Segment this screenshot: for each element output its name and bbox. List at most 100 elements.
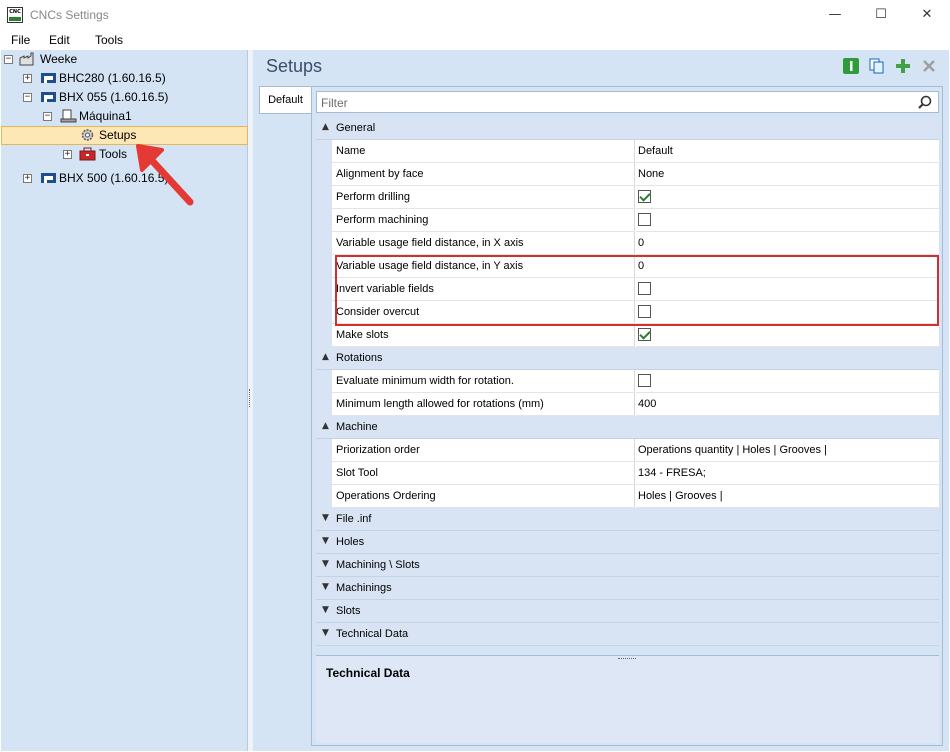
property-row[interactable]: Slot Tool 134 - FRESA; bbox=[316, 462, 939, 485]
filter-input[interactable] bbox=[321, 95, 901, 110]
add-icon[interactable] bbox=[895, 58, 911, 74]
make-slots-checkbox[interactable] bbox=[638, 328, 651, 341]
category-machinings[interactable]: ▼ Machinings bbox=[316, 577, 939, 600]
machine-icon bbox=[41, 92, 56, 102]
property-name: Consider overcut bbox=[332, 301, 635, 324]
tree-node-maquina1[interactable]: Máquina1 bbox=[79, 107, 132, 125]
property-row[interactable]: Evaluate minimum width for rotation. bbox=[316, 370, 939, 393]
property-row[interactable]: Variable usage field distance, in X axis… bbox=[316, 232, 939, 255]
property-name: Operations Ordering bbox=[332, 485, 635, 508]
collapse-maquina1-expander[interactable]: − bbox=[43, 112, 52, 121]
red-arrow-annotation-icon bbox=[136, 144, 194, 206]
gear-icon bbox=[81, 129, 94, 141]
evaluate-min-width-checkbox[interactable] bbox=[638, 374, 651, 387]
property-row[interactable]: Perform drilling bbox=[316, 186, 939, 209]
property-value[interactable]: Operations quantity | Holes | Grooves | bbox=[636, 439, 939, 462]
menu-tools[interactable]: Tools bbox=[95, 33, 123, 47]
collapse-root-expander[interactable]: − bbox=[4, 55, 13, 64]
property-name: Slot Tool bbox=[332, 462, 635, 485]
property-value bbox=[636, 324, 939, 347]
property-value bbox=[636, 209, 939, 232]
machine-icon bbox=[41, 173, 56, 183]
chevron-up-icon: ▲ bbox=[322, 122, 329, 132]
property-name: Invert variable fields bbox=[332, 278, 635, 301]
property-value[interactable]: 0 bbox=[636, 232, 939, 255]
chevron-down-icon: ▼ bbox=[322, 628, 329, 638]
property-value[interactable]: 400 bbox=[636, 393, 939, 416]
description-pane: Technical Data bbox=[316, 655, 939, 743]
machine-icon bbox=[41, 73, 56, 83]
perform-drilling-checkbox[interactable] bbox=[638, 190, 651, 203]
property-value bbox=[636, 370, 939, 393]
property-row[interactable]: Alignment by face None bbox=[316, 163, 939, 186]
search-icon[interactable] bbox=[918, 95, 932, 109]
property-value[interactable]: Holes | Grooves | bbox=[636, 485, 939, 508]
chevron-up-icon: ▲ bbox=[322, 421, 329, 431]
property-row[interactable]: Priorization order Operations quantity |… bbox=[316, 439, 939, 462]
tree-node-bhc280[interactable]: BHC280 (1.60.16.5) bbox=[59, 69, 166, 87]
property-name: Minimum length allowed for rotations (mm… bbox=[332, 393, 635, 416]
property-value[interactable]: Default bbox=[636, 140, 939, 163]
workstation-icon bbox=[60, 109, 77, 123]
category-general[interactable]: ▲ General bbox=[316, 117, 939, 140]
property-name: Name bbox=[332, 140, 635, 163]
invert-variable-fields-checkbox[interactable] bbox=[638, 282, 651, 295]
close-button[interactable]: ✕ bbox=[904, 0, 950, 30]
property-row[interactable]: Make slots bbox=[316, 324, 939, 347]
collapse-bhx055-expander[interactable]: − bbox=[23, 93, 32, 102]
chevron-up-icon: ▲ bbox=[322, 352, 329, 362]
description-resize-grip[interactable] bbox=[618, 658, 636, 660]
property-name: Perform machining bbox=[332, 209, 635, 232]
chevron-down-icon: ▼ bbox=[322, 559, 329, 569]
menu-edit[interactable]: Edit bbox=[49, 33, 70, 47]
property-name: Alignment by face bbox=[332, 163, 635, 186]
tree-node-weeke[interactable]: Weeke bbox=[40, 50, 77, 68]
category-machine[interactable]: ▲ Machine bbox=[316, 416, 939, 439]
tab-default[interactable]: Default bbox=[259, 86, 311, 114]
filter-box bbox=[316, 91, 939, 113]
property-row[interactable]: Name Default bbox=[316, 140, 939, 163]
copy-icon[interactable] bbox=[869, 58, 885, 74]
info-icon[interactable] bbox=[843, 58, 859, 74]
panel-title: Setups bbox=[266, 56, 323, 76]
category-rotations[interactable]: ▲ Rotations bbox=[316, 347, 939, 370]
delete-icon[interactable] bbox=[921, 58, 937, 74]
category-machining-slots[interactable]: ▼ Machining \ Slots bbox=[316, 554, 939, 577]
property-value[interactable]: 0 bbox=[636, 255, 939, 278]
expand-tools-expander[interactable]: + bbox=[63, 150, 72, 159]
category-slots[interactable]: ▼ Slots bbox=[316, 600, 939, 623]
category-holes[interactable]: ▼ Holes bbox=[316, 531, 939, 554]
property-name: Variable usage field distance, in Y axis bbox=[332, 255, 635, 278]
tree-node-bhx055[interactable]: BHX 055 (1.60.16.5) bbox=[59, 88, 168, 106]
property-value[interactable]: 134 - FRESA; bbox=[636, 462, 939, 485]
setups-panel: Setups Default ▲ General Name Def bbox=[253, 50, 949, 751]
window-title: CNCs Settings bbox=[30, 8, 109, 22]
chevron-down-icon: ▼ bbox=[322, 536, 329, 546]
category-file-inf[interactable]: ▼ File .inf bbox=[316, 508, 939, 531]
property-row[interactable]: Perform machining bbox=[316, 209, 939, 232]
menu-file[interactable]: File bbox=[11, 33, 30, 47]
chevron-down-icon: ▼ bbox=[322, 605, 329, 615]
maximize-button[interactable]: ☐ bbox=[858, 0, 904, 30]
property-name: Perform drilling bbox=[332, 186, 635, 209]
expand-bhx500-expander[interactable]: + bbox=[23, 174, 32, 183]
property-row[interactable]: Minimum length allowed for rotations (mm… bbox=[316, 393, 939, 416]
property-name: Make slots bbox=[332, 324, 635, 347]
property-name: Variable usage field distance, in X axis bbox=[332, 232, 635, 255]
toolbox-icon bbox=[79, 147, 96, 161]
consider-overcut-checkbox[interactable] bbox=[638, 305, 651, 318]
property-value[interactable]: None bbox=[636, 163, 939, 186]
minimize-button[interactable]: — bbox=[812, 0, 858, 30]
tree-node-tools[interactable]: Tools bbox=[99, 145, 127, 163]
menu-bar: File Edit Tools bbox=[0, 30, 950, 50]
splitter-grip[interactable] bbox=[249, 389, 252, 407]
property-row[interactable]: Variable usage field distance, in Y axis… bbox=[316, 255, 939, 278]
perform-machining-checkbox[interactable] bbox=[638, 213, 651, 226]
property-row[interactable]: Consider overcut bbox=[316, 301, 939, 324]
app-icon: CNC bbox=[7, 7, 23, 23]
property-name: Priorization order bbox=[332, 439, 635, 462]
category-technical-data[interactable]: ▼ Technical Data bbox=[316, 623, 939, 646]
property-row[interactable]: Invert variable fields bbox=[316, 278, 939, 301]
expand-bhc280-expander[interactable]: + bbox=[23, 74, 32, 83]
property-row[interactable]: Operations Ordering Holes | Grooves | bbox=[316, 485, 939, 508]
